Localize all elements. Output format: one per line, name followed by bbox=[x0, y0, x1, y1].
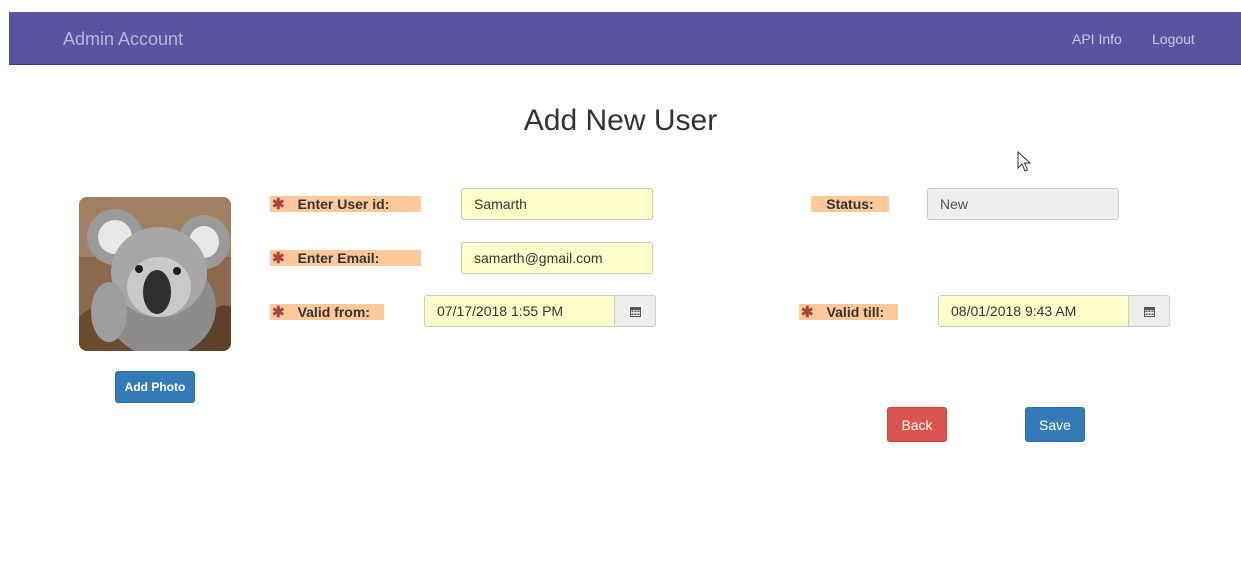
save-button[interactable]: Save bbox=[1025, 407, 1085, 442]
koala-image bbox=[79, 197, 231, 351]
valid-till-label: ✱ Valid till: bbox=[799, 304, 898, 321]
required-marker-icon: ✱ bbox=[272, 196, 285, 213]
valid-from-label: ✱ Valid from: bbox=[270, 304, 384, 321]
brand-title[interactable]: Admin Account bbox=[63, 29, 183, 50]
userid-input[interactable] bbox=[461, 188, 653, 220]
page-title: Add New User bbox=[523, 104, 718, 137]
status-field[interactable] bbox=[927, 188, 1119, 220]
required-marker-icon: ✱ bbox=[272, 250, 285, 267]
required-marker-icon: ✱ bbox=[801, 304, 814, 321]
nav-link-logout[interactable]: Logout bbox=[1152, 31, 1195, 47]
email-input[interactable] bbox=[461, 242, 653, 274]
status-label: Status: bbox=[811, 196, 889, 212]
mouse-cursor-icon bbox=[1017, 151, 1031, 172]
calendar-icon bbox=[1143, 306, 1155, 317]
top-strip bbox=[0, 0, 1241, 12]
top-navbar: Admin Account API Info Logout bbox=[9, 12, 1241, 65]
valid-till-calendar-button[interactable] bbox=[1129, 295, 1170, 327]
back-button[interactable]: Back bbox=[887, 407, 947, 442]
valid-from-input[interactable] bbox=[424, 295, 615, 327]
calendar-icon bbox=[629, 306, 641, 317]
add-photo-button[interactable]: Add Photo bbox=[115, 371, 195, 403]
valid-till-input[interactable] bbox=[938, 295, 1129, 327]
nav-link-api-info[interactable]: API Info bbox=[1072, 31, 1122, 47]
required-marker-icon: ✱ bbox=[272, 304, 285, 321]
user-photo bbox=[79, 197, 231, 351]
email-label: ✱ Enter Email: bbox=[270, 250, 421, 267]
userid-label: ✱ Enter User id: bbox=[270, 196, 421, 213]
valid-from-calendar-button[interactable] bbox=[615, 295, 656, 327]
